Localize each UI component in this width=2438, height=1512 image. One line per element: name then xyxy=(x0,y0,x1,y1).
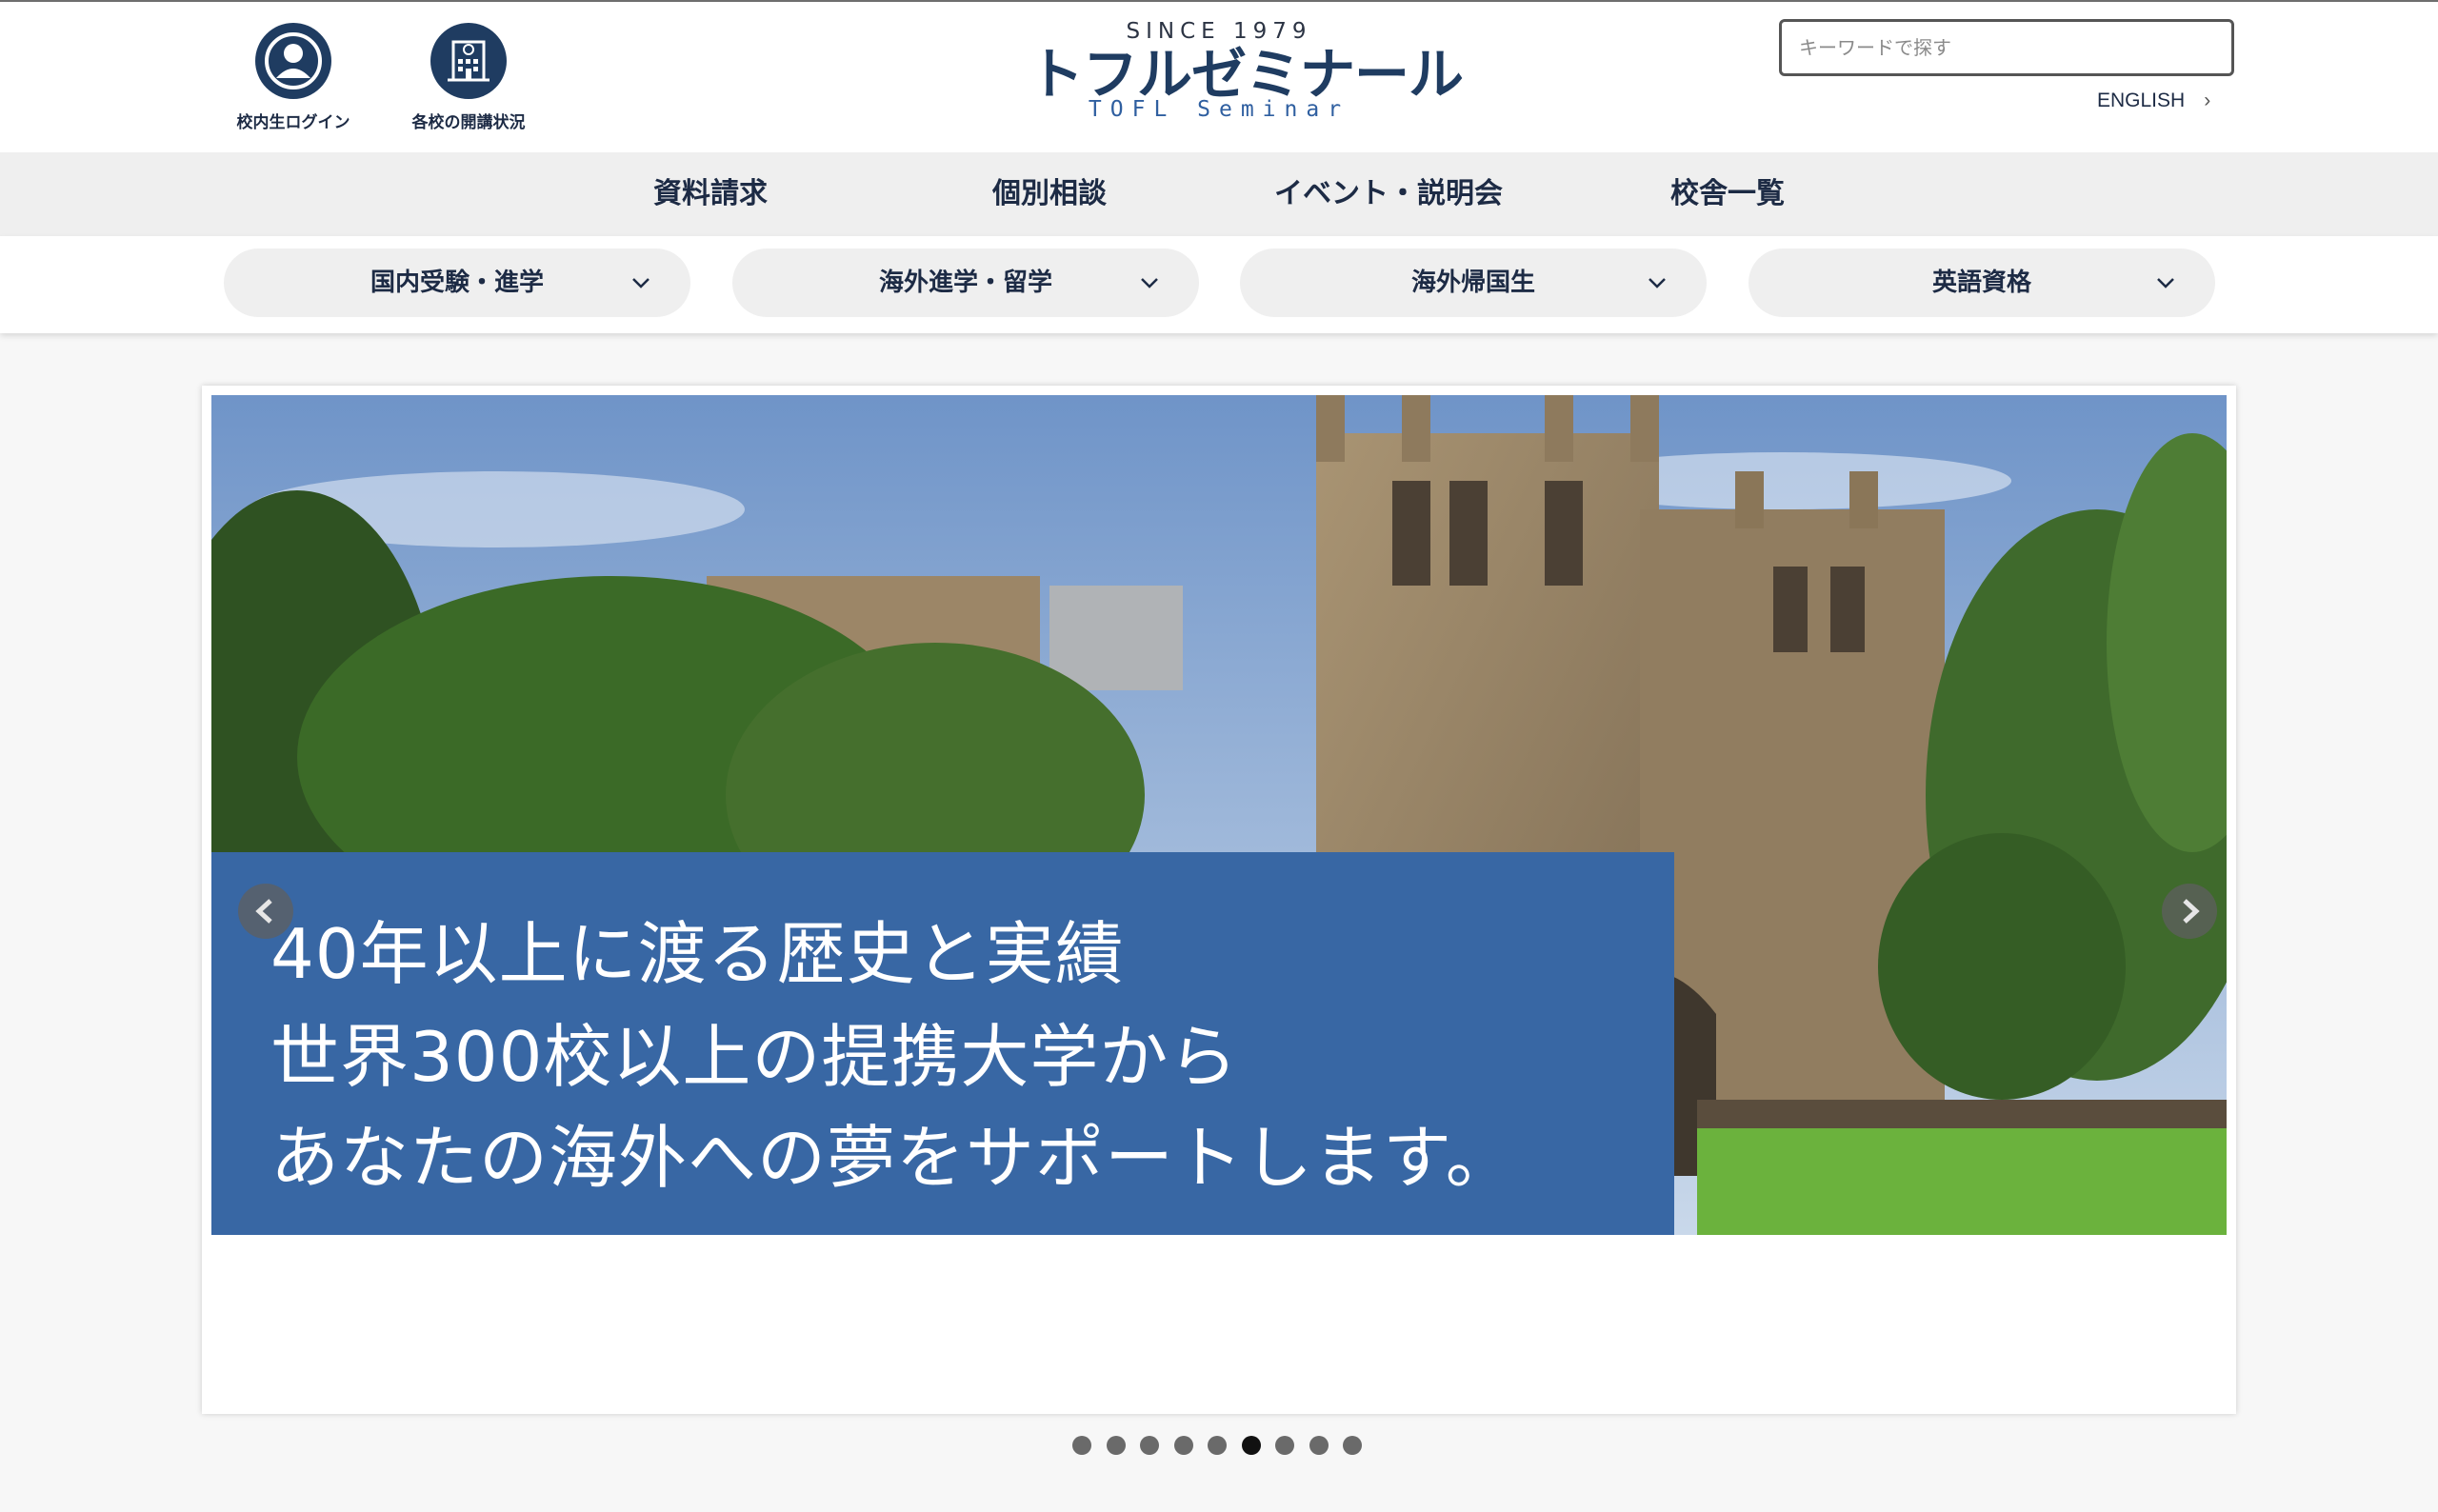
carousel-prev-button[interactable] xyxy=(238,884,293,939)
search-input[interactable] xyxy=(1779,19,2234,76)
category-returnee-label: 海外帰国生 xyxy=(1410,269,1535,297)
chevron-right-icon: › xyxy=(2204,90,2211,111)
chevron-down-icon xyxy=(2157,278,2174,288)
carousel-caption: 40年以上に渡る歴史と実績 世界300校以上の提携大学から あなたの海外への夢を… xyxy=(211,852,1674,1235)
chevron-left-icon xyxy=(255,899,272,924)
carousel-dot[interactable] xyxy=(1309,1436,1329,1455)
caption-line-3: あなたの海外への夢をサポートします。 xyxy=(270,1118,1515,1198)
logo-name: トフルゼミナール xyxy=(1029,42,1464,107)
site-logo[interactable]: SINCE 1979 トフルゼミナール TOFL Seminar xyxy=(1029,19,1464,122)
nav-schools[interactable]: 校舎一覧 xyxy=(1613,152,1842,236)
carousel-dot[interactable] xyxy=(1275,1436,1294,1455)
carousel-dot[interactable] xyxy=(1173,1436,1193,1455)
page: 校内生ログイン 各校の開講状況 SINCE 1979 トフルゼミナール TOFL… xyxy=(0,0,2438,1512)
caption-line-2: 世界300校以上の提携大学から xyxy=(270,1017,1239,1097)
nav-consultation[interactable]: 個別相談 xyxy=(935,152,1164,236)
logo-since: SINCE 1979 xyxy=(1126,19,1312,44)
category-returnee[interactable]: 海外帰国生 xyxy=(1240,249,1707,317)
category-english-label: 英語資格 xyxy=(1931,269,2031,297)
english-link-label: ENGLISH xyxy=(2097,90,2186,111)
carousel-dot[interactable] xyxy=(1343,1436,1362,1455)
category-bar: 国内受験・進学 海外進学・留学 海外帰国生 英語資格 xyxy=(0,236,2438,333)
user-icon xyxy=(255,23,331,99)
hero-carousel: 40年以上に渡る歴史と実績 世界300校以上の提携大学から あなたの海外への夢を… xyxy=(202,386,2236,1414)
category-domestic-label: 国内受験・進学 xyxy=(370,269,544,297)
building-icon xyxy=(430,23,507,99)
carousel-dot[interactable] xyxy=(1106,1436,1126,1455)
chevron-down-icon xyxy=(632,278,649,288)
chevron-down-icon xyxy=(1141,278,1158,288)
carousel-dot[interactable] xyxy=(1208,1436,1227,1455)
student-login-label: 校内生ログイン xyxy=(236,113,350,132)
english-link[interactable]: ENGLISH › xyxy=(2097,90,2210,112)
main-nav: 資料請求 個別相談 イベント・説明会 校舎一覧 xyxy=(0,152,2438,236)
chevron-right-icon xyxy=(2183,899,2200,924)
caption-line-1: 40年以上に渡る歴史と実績 xyxy=(270,914,1125,994)
category-domestic[interactable]: 国内受験・進学 xyxy=(224,249,690,317)
student-login-link[interactable]: 校内生ログイン xyxy=(208,23,379,132)
site-header: 校内生ログイン 各校の開講状況 SINCE 1979 トフルゼミナール TOFL… xyxy=(0,0,2438,152)
category-overseas-label: 海外進学・留学 xyxy=(878,269,1052,297)
category-overseas[interactable]: 海外進学・留学 xyxy=(732,249,1199,317)
category-english-qualification[interactable]: 英語資格 xyxy=(1749,249,2215,317)
nav-request-materials[interactable]: 資料請求 xyxy=(596,152,825,236)
school-status-link[interactable]: 各校の開講状況 xyxy=(383,23,554,132)
carousel-next-button[interactable] xyxy=(2162,884,2217,939)
carousel-dot[interactable] xyxy=(1072,1436,1091,1455)
carousel-slide[interactable]: 40年以上に渡る歴史と実績 世界300校以上の提携大学から あなたの海外への夢を… xyxy=(211,395,2227,1235)
chevron-down-icon xyxy=(1649,278,1666,288)
nav-events[interactable]: イベント・説明会 xyxy=(1274,152,1503,236)
school-status-label: 各校の開講状況 xyxy=(411,113,526,132)
carousel-dot[interactable] xyxy=(1140,1436,1159,1455)
carousel-dot[interactable] xyxy=(1241,1436,1261,1455)
